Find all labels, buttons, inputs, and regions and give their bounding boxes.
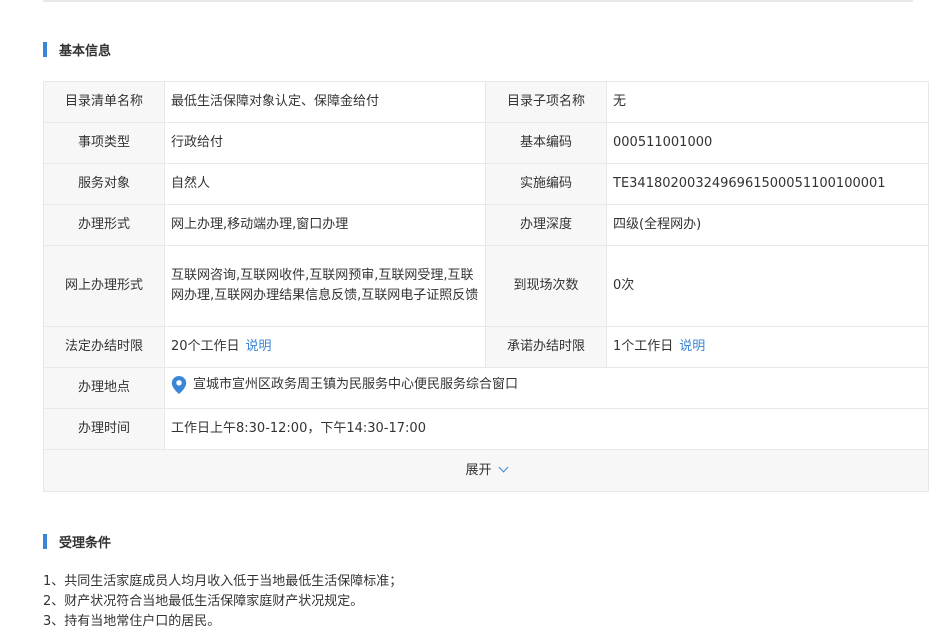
basic-code-value: 000511001000: [606, 122, 929, 164]
service-target-value: 自然人: [164, 163, 486, 205]
visits-value: 0次: [606, 245, 929, 327]
impl-code-value: TE3418020032496961500051100100001: [606, 163, 929, 205]
basic-info-table: 目录清单名称 最低生活保障对象认定、保障金给付 目录子项名称 无 事项类型 行政…: [43, 81, 929, 492]
promised-limit-label: 承诺办结时限: [485, 326, 607, 368]
legal-limit-cell: 20个工作日 说明: [164, 326, 486, 368]
location-value: 宣城市宣州区政务周王镇为民服务中心便民服务综合窗口: [193, 377, 519, 392]
table-row: 办理地点 宣城市宣州区政务周王镇为民服务中心便民服务综合窗口: [43, 367, 929, 409]
sub-item-value: 无: [606, 81, 929, 123]
section-conditions: 受理条件: [43, 533, 112, 551]
expand-row: 展开: [43, 449, 929, 492]
list-item: 3、持有当地常住户口的居民。: [43, 614, 221, 629]
handle-form-value: 网上办理,移动端办理,窗口办理: [164, 204, 486, 246]
online-form-value: 互联网咨询,互联网收件,互联网预审,互联网受理,互联网办理,互联网办理结果信息反…: [164, 245, 486, 327]
item-type-value: 行政给付: [164, 122, 486, 164]
list-item: 2、财产状况符合当地最低生活保障家庭财产状况规定。: [43, 594, 364, 609]
basic-code-label: 基本编码: [485, 122, 607, 164]
catalog-name-value: 最低生活保障对象认定、保障金给付: [164, 81, 486, 123]
table-row: 服务对象 自然人 实施编码 TE341802003249696150005110…: [43, 163, 929, 205]
promised-limit-explain-link[interactable]: 说明: [679, 339, 705, 354]
catalog-name-label: 目录清单名称: [43, 81, 165, 123]
location-label: 办理地点: [43, 367, 165, 409]
expand-button[interactable]: 展开: [43, 449, 929, 492]
handle-depth-value: 四级(全程网办): [606, 204, 929, 246]
conditions-list: 1、共同生活家庭成员人均月收入低于当地最低生活保障标准； 2、财产状况符合当地最…: [43, 572, 402, 632]
promised-limit-cell: 1个工作日 说明: [606, 326, 929, 368]
table-row: 目录清单名称 最低生活保障对象认定、保障金给付 目录子项名称 无: [43, 81, 929, 123]
service-target-label: 服务对象: [43, 163, 165, 205]
visits-label: 到现场次数: [485, 245, 607, 327]
location-pin-icon: [171, 376, 187, 394]
chevron-down-icon: [498, 462, 508, 472]
table-row: 法定办结时限 20个工作日 说明 承诺办结时限 1个工作日 说明: [43, 326, 929, 368]
sub-item-label: 目录子项名称: [485, 81, 607, 123]
table-row: 办理形式 网上办理,移动端办理,窗口办理 办理深度 四级(全程网办): [43, 204, 929, 246]
time-label: 办理时间: [43, 408, 165, 450]
handle-depth-label: 办理深度: [485, 204, 607, 246]
list-item: 1、共同生活家庭成员人均月收入低于当地最低生活保障标准；: [43, 574, 403, 589]
section-title: 受理条件: [59, 535, 112, 551]
section-title: 基本信息: [59, 43, 112, 59]
promised-limit-value: 1个工作日: [613, 339, 674, 354]
top-divider: [43, 0, 913, 2]
table-row: 事项类型 行政给付 基本编码 000511001000: [43, 122, 929, 164]
time-value: 工作日上午8:30-12:00，下午14:30-17:00: [164, 408, 929, 450]
handle-form-label: 办理形式: [43, 204, 165, 246]
expand-label: 展开: [465, 462, 492, 478]
impl-code-label: 实施编码: [485, 163, 607, 205]
online-form-label: 网上办理形式: [43, 245, 165, 327]
section-marker: [43, 41, 47, 57]
legal-limit-value: 20个工作日: [171, 339, 240, 354]
item-type-label: 事项类型: [43, 122, 165, 164]
section-marker: [43, 533, 47, 549]
legal-limit-label: 法定办结时限: [43, 326, 165, 368]
section-basic-info: 基本信息: [43, 41, 112, 59]
table-row: 网上办理形式 互联网咨询,互联网收件,互联网预审,互联网受理,互联网办理,互联网…: [43, 245, 929, 327]
location-cell: 宣城市宣州区政务周王镇为民服务中心便民服务综合窗口: [164, 367, 929, 409]
legal-limit-explain-link[interactable]: 说明: [246, 339, 272, 354]
table-row: 办理时间 工作日上午8:30-12:00，下午14:30-17:00: [43, 408, 929, 450]
